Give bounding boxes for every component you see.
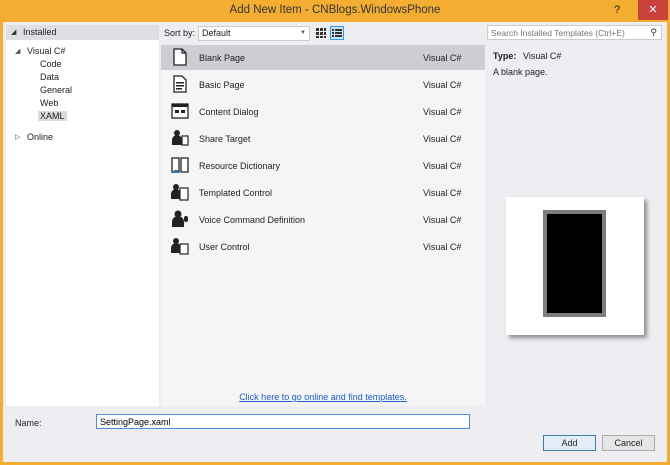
tree-item-label: Code: [40, 59, 62, 69]
dialog-icon: [171, 103, 189, 119]
help-button[interactable]: ?: [604, 0, 630, 20]
search-box[interactable]: ⚲: [487, 25, 662, 40]
expanded-triangle-icon[interactable]: ◢: [15, 47, 20, 55]
installed-header[interactable]: ◢ Installed: [6, 25, 159, 40]
template-language: Visual C#: [423, 134, 462, 144]
tree-item-label: General: [40, 85, 73, 95]
tree-item-data[interactable]: Data: [40, 72, 59, 82]
tree-item-label: Visual C#: [27, 46, 66, 56]
template-language: Visual C#: [423, 215, 462, 225]
control-icon: [171, 184, 189, 201]
close-button[interactable]: ✕: [638, 0, 668, 20]
type-value: Visual C#: [523, 51, 562, 61]
installed-label: Installed: [23, 27, 57, 37]
template-row[interactable]: Blank Page Visual C#: [161, 45, 485, 70]
online-templates-link[interactable]: Click here to go online and find templat…: [161, 392, 485, 402]
list-view-icon: [332, 29, 342, 37]
dialog-window: Add New Item - CNBlogs.WindowsPhone ? ✕ …: [0, 0, 670, 465]
phone-screen: [547, 214, 602, 313]
sort-value: Default: [202, 28, 231, 38]
chevron-down-icon: ▼: [300, 30, 306, 36]
template-row[interactable]: Basic Page Visual C#: [161, 72, 485, 97]
sort-dropdown[interactable]: Default ▼: [198, 26, 310, 41]
tree-item-code[interactable]: Code: [40, 59, 62, 69]
name-input[interactable]: [96, 414, 470, 429]
tree-item-xaml[interactable]: XAML: [38, 111, 67, 121]
voice-icon: [172, 210, 188, 227]
grid-view-icon: [316, 28, 326, 38]
template-name: Resource Dictionary: [199, 161, 281, 171]
window-title: Add New Item - CNBlogs.WindowsPhone: [229, 4, 441, 16]
template-name: Basic Page: [199, 80, 245, 90]
collapsed-triangle-icon[interactable]: ▷: [15, 133, 20, 141]
template-name: Voice Command Definition: [199, 215, 306, 225]
template-name: Content Dialog: [199, 107, 259, 117]
template-name: Blank Page: [199, 53, 246, 63]
page-icon: [173, 48, 187, 66]
tree-item-label: Data: [40, 72, 60, 82]
template-language: Visual C#: [423, 107, 462, 117]
name-label: Name:: [15, 418, 42, 428]
tree-item-label: Web: [40, 98, 59, 108]
list-view-button[interactable]: [330, 26, 344, 40]
basic-page-icon: [173, 75, 187, 93]
template-row[interactable]: User Control Visual C#: [161, 234, 485, 259]
tree-item-web[interactable]: Web: [40, 98, 58, 108]
sort-label: Sort by:: [164, 28, 196, 38]
template-name: User Control: [199, 242, 250, 252]
share-icon: [172, 130, 189, 146]
title-bar[interactable]: Add New Item - CNBlogs.WindowsPhone ? ✕: [0, 0, 670, 22]
phone-preview-icon: [543, 210, 606, 317]
tree-item-visual-csharp[interactable]: ◢ Visual C#: [15, 46, 66, 56]
template-list: Blank Page Visual C# Basic Page Visual C# Co…: [161, 45, 485, 406]
tree-item-label: Online: [27, 132, 54, 142]
template-name: Templated Control: [199, 188, 273, 198]
grid-view-button[interactable]: [314, 26, 328, 40]
template-description: A blank page.: [493, 67, 548, 77]
template-row[interactable]: Resource Dictionary Visual C#: [161, 153, 485, 178]
tree-item-online[interactable]: ▷ Online: [15, 132, 54, 142]
dialog-client: ◢ Installed ◢ Visual C# Code Data Genera…: [3, 22, 667, 462]
template-preview: [506, 197, 644, 335]
user-control-icon: [171, 238, 189, 255]
template-language: Visual C#: [423, 242, 462, 252]
book-icon: [171, 157, 189, 173]
collapse-triangle-icon[interactable]: ◢: [11, 28, 16, 36]
tree-item-label: XAML: [38, 111, 67, 121]
template-row[interactable]: Share Target Visual C#: [161, 126, 485, 151]
type-label: Type:: [493, 51, 517, 61]
tree-item-general[interactable]: General: [40, 85, 72, 95]
template-row[interactable]: Voice Command Definition Visual C#: [161, 207, 485, 232]
cancel-button[interactable]: Cancel: [602, 435, 655, 451]
search-icon[interactable]: ⚲: [650, 27, 657, 38]
details-pane: Type: Visual C# A blank page.: [489, 45, 659, 406]
category-tree: ◢ Installed ◢ Visual C# Code Data Genera…: [6, 25, 159, 406]
template-row[interactable]: Content Dialog Visual C#: [161, 99, 485, 124]
add-button[interactable]: Add: [543, 435, 596, 451]
template-language: Visual C#: [423, 188, 462, 198]
search-input[interactable]: [491, 27, 641, 39]
template-language: Visual C#: [423, 53, 462, 63]
template-language: Visual C#: [423, 80, 462, 90]
template-row[interactable]: Templated Control Visual C#: [161, 180, 485, 205]
template-language: Visual C#: [423, 161, 462, 171]
template-name: Share Target: [199, 134, 251, 144]
